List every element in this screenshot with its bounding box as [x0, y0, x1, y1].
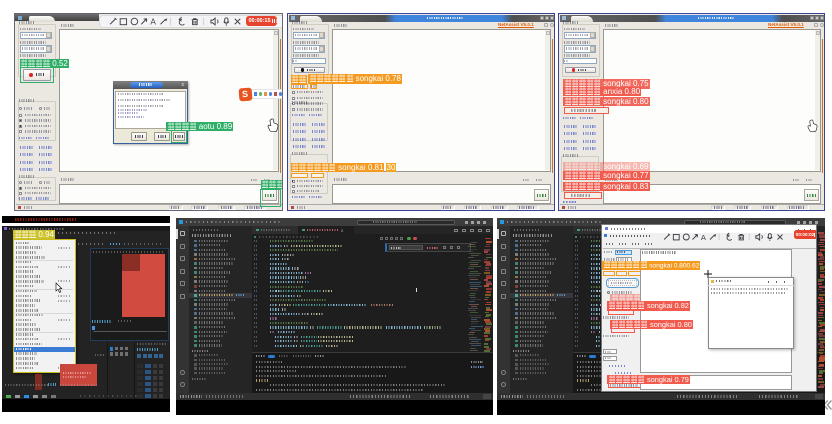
svg-text:A: A — [701, 232, 706, 241]
svg-text:A: A — [150, 18, 156, 27]
